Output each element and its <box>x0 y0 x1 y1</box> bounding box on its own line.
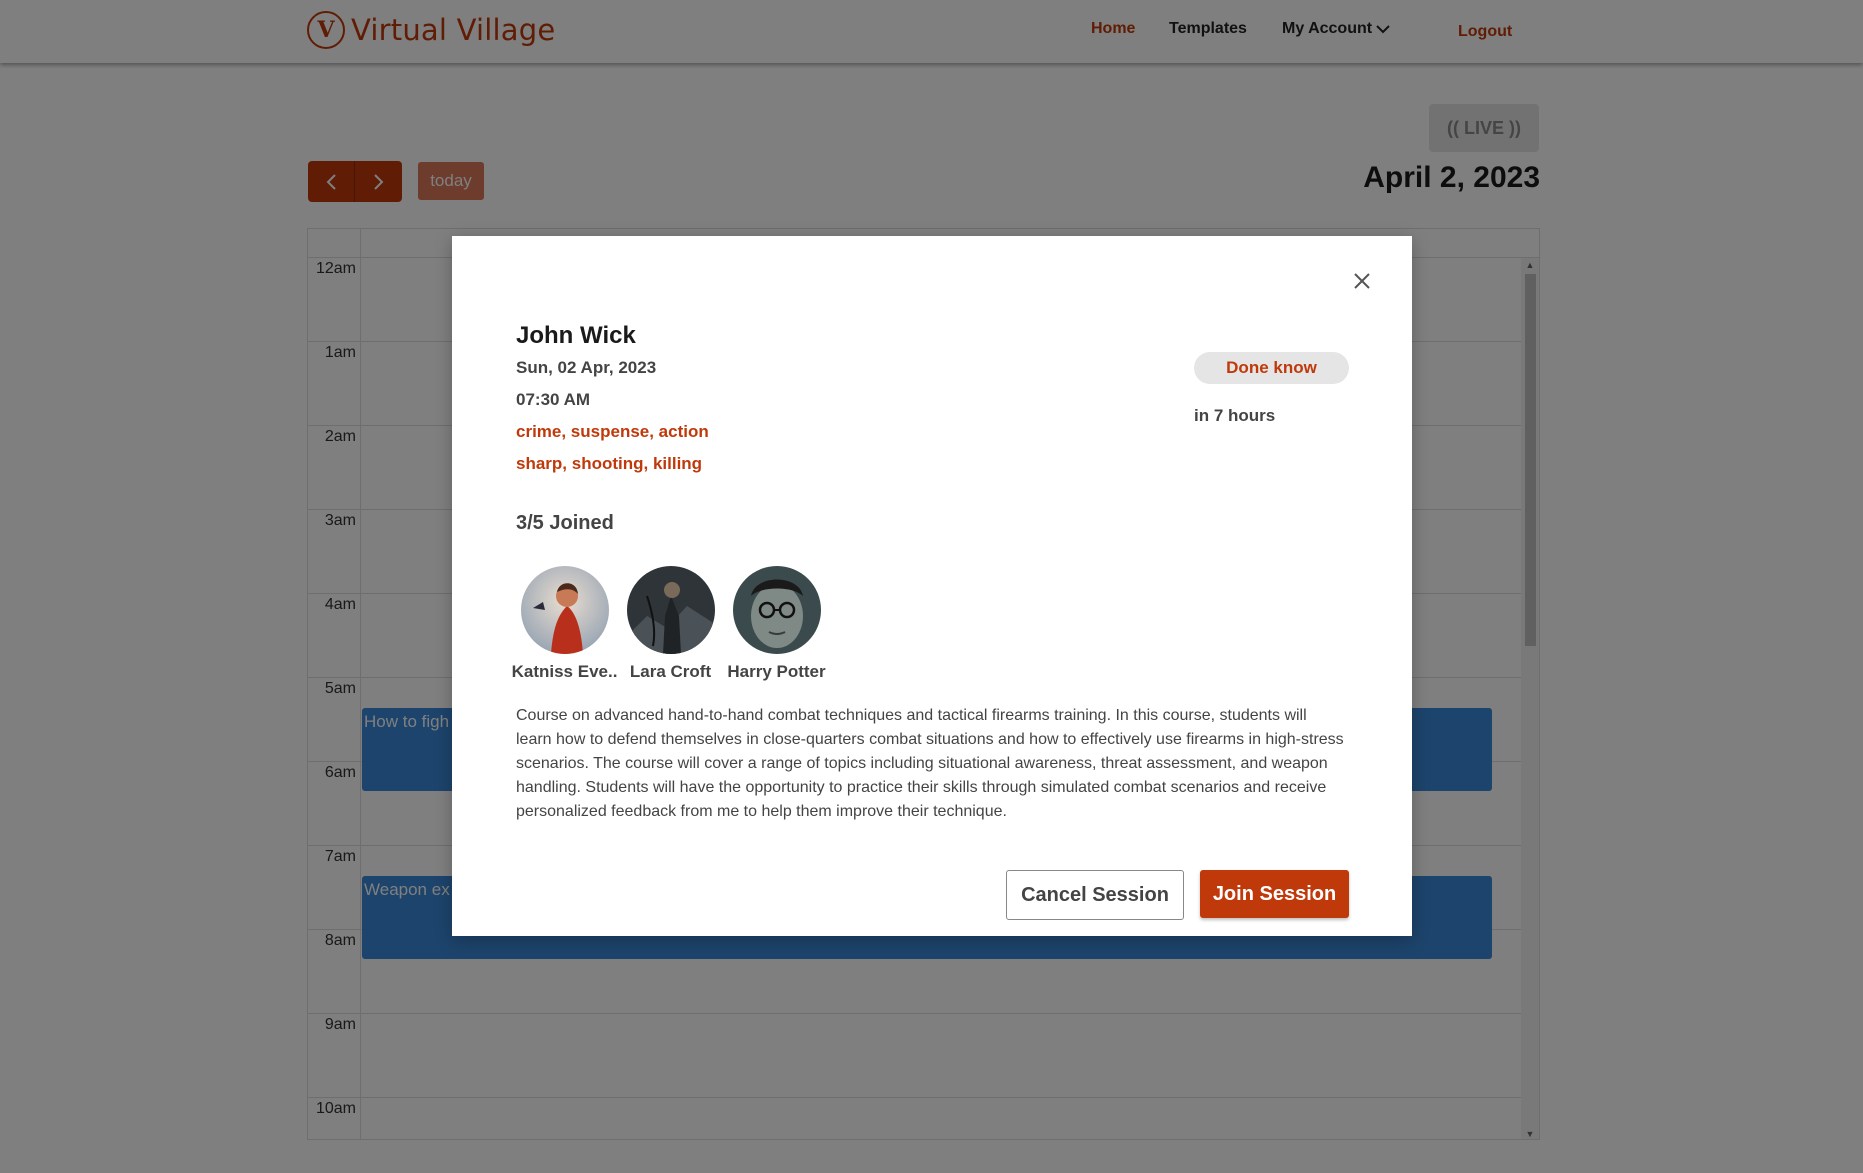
avatar <box>626 566 715 654</box>
member-name: Harry Potter <box>727 662 826 681</box>
session-date: Sun, 02 Apr, 2023 <box>516 358 657 377</box>
session-time: 07:30 AM <box>516 390 591 409</box>
member-item[interactable]: Katniss Eve.. <box>512 566 617 682</box>
join-session-button[interactable]: Join Session <box>1200 870 1349 918</box>
session-tags: sharp, shooting, killing <box>516 454 703 473</box>
session-genres: crime, suspense, action <box>516 422 709 441</box>
avatar <box>520 566 609 654</box>
member-name: Lara Croft <box>629 662 712 681</box>
joined-count: 3/5 Joined <box>516 512 614 534</box>
member-name: Katniss Eve.. <box>511 662 618 681</box>
member-item[interactable]: Lara Croft <box>622 566 719 682</box>
close-icon[interactable] <box>1350 270 1374 294</box>
session-details-modal: John Wick Sun, 02 Apr, 2023 07:30 AM cri… <box>452 236 1412 936</box>
member-item[interactable]: Harry Potter <box>727 566 826 682</box>
cancel-session-button[interactable]: Cancel Session <box>1006 870 1184 920</box>
members-list: Katniss Eve.. Lara Croft Harry Potter <box>512 566 826 682</box>
avatar <box>732 566 821 654</box>
session-title: John Wick <box>516 322 636 349</box>
session-countdown: in 7 hours <box>1194 406 1276 425</box>
status-badge: Done know <box>1194 352 1349 384</box>
session-description: Course on advanced hand-to-hand combat t… <box>516 707 1344 820</box>
